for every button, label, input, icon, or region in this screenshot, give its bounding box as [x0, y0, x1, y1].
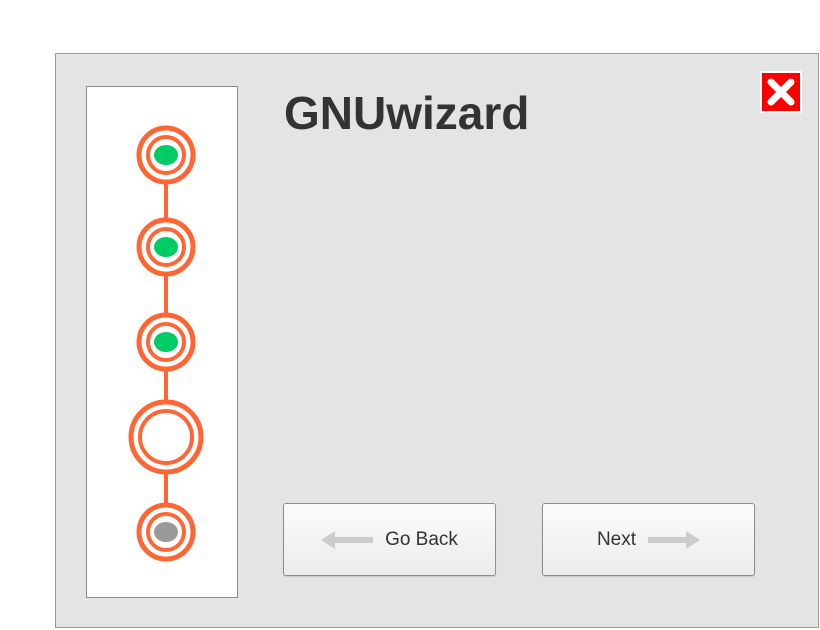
wizard-window: GNUwizard Go Back Next	[55, 53, 819, 628]
next-button[interactable]: Next	[542, 503, 755, 576]
step-progress-panel	[86, 86, 238, 598]
step-marker-1-complete	[136, 125, 196, 185]
step-marker-3-complete	[136, 312, 196, 372]
step-marker-2-complete	[136, 217, 196, 277]
arrow-right-icon	[648, 530, 701, 549]
step-marker-5-pending	[136, 502, 196, 562]
step-progress-diagram	[128, 125, 204, 562]
wizard-title: GNUwizard	[284, 87, 530, 139]
arrow-left-icon	[321, 530, 374, 549]
next-label: Next	[596, 528, 637, 550]
close-button[interactable]	[760, 71, 802, 113]
close-icon	[767, 78, 795, 106]
go-back-button[interactable]: Go Back	[283, 503, 496, 576]
step-marker-4-current	[128, 399, 204, 475]
go-back-label: Go Back	[385, 528, 458, 550]
